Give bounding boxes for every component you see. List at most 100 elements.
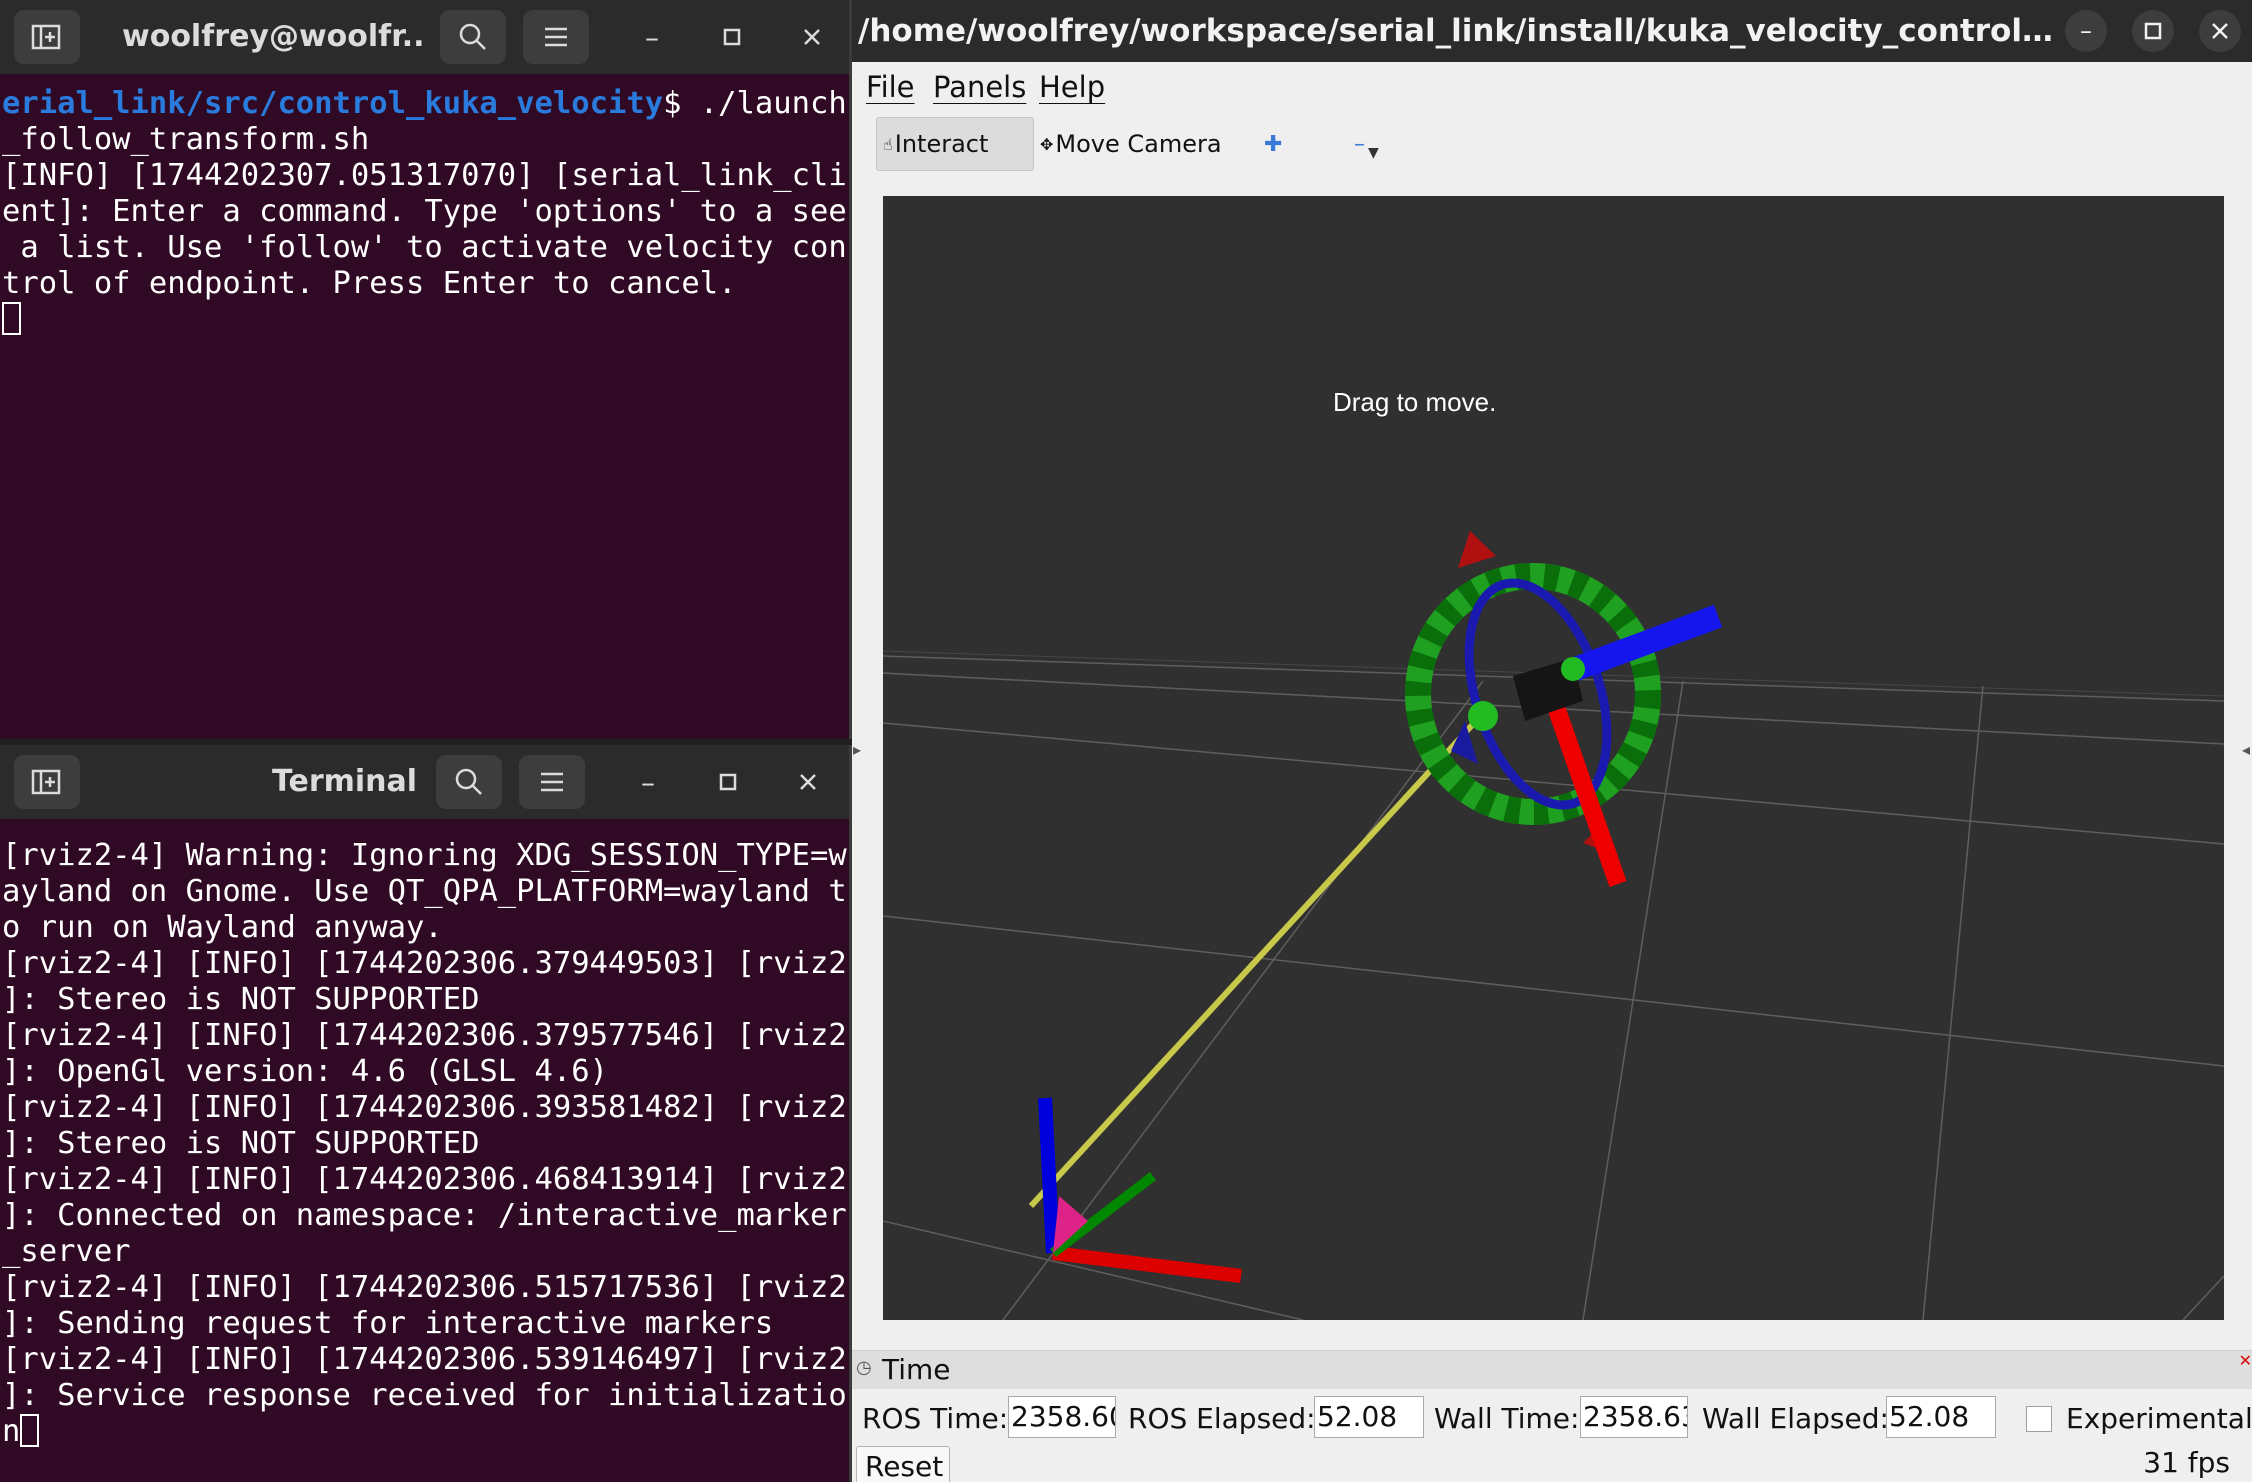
interact-tool-button[interactable]: ☝ Interact: [876, 117, 1034, 171]
maximize-icon: [2144, 22, 2162, 40]
terminal-line: ]: Sending request for interactive marke…: [2, 1306, 774, 1341]
time-panel: ◷ Time ✕ ROS Time: 2358.60 ROS Elapsed: …: [852, 1350, 2252, 1482]
plus-icon: ✚: [1264, 131, 1283, 157]
add-tool-button[interactable]: ✚: [1264, 117, 1282, 171]
terminal-line: ayland on Gnome. Use QT_QPA_PLATFORM=way…: [2, 874, 847, 909]
ros-elapsed-label: ROS Elapsed:: [1128, 1402, 1316, 1435]
maximize-button[interactable]: [712, 17, 752, 57]
close-button[interactable]: [792, 17, 832, 57]
terminal-line: ]: Connected on namespace: /interactive_…: [2, 1198, 847, 1233]
wall-time-field[interactable]: 2358.63: [1580, 1396, 1688, 1438]
wall-elapsed-field[interactable]: 52.08: [1886, 1396, 1996, 1438]
dropdown-arrow-icon: ▼: [1368, 145, 1379, 161]
minimize-icon: –: [641, 765, 655, 799]
minimize-button[interactable]: –: [2065, 10, 2107, 52]
terminal-cursor: [2, 302, 21, 335]
terminal-line: n: [2, 1414, 21, 1449]
prompt-path: erial_link/src/control_kuka_velocity: [2, 86, 664, 121]
ros-time-label: ROS Time:: [862, 1402, 1009, 1435]
hand-icon: ☝: [883, 134, 893, 154]
viewport-hint-text: Drag to move.: [1333, 387, 1496, 417]
terminal-titlebar: woolfrey@woolfr... –: [0, 0, 849, 74]
terminal-title: woolfrey@woolfr...: [122, 19, 422, 54]
terminal-output[interactable]: erial_link/src/control_kuka_velocity$ ./…: [2, 86, 847, 338]
close-button[interactable]: [788, 762, 828, 802]
search-icon: [459, 23, 486, 50]
ros-elapsed-field[interactable]: 52.08: [1314, 1396, 1424, 1438]
minimize-button[interactable]: –: [628, 762, 668, 802]
terminal-line: ]: Stereo is NOT SUPPORTED: [2, 982, 480, 1017]
menu-bar: File Panels Help: [852, 62, 2252, 114]
tool-bar: ☝ Interact ✥ Move Camera ✚ – ▼: [852, 114, 2252, 176]
minimize-icon: –: [645, 20, 659, 54]
new-tab-button[interactable]: [14, 10, 80, 64]
terminal-line: ]: OpenGl version: 4.6 (GLSL 4.6): [2, 1054, 608, 1089]
terminal-line: a list. Use 'follow' to activate velocit…: [2, 230, 847, 265]
experimental-checkbox[interactable]: [2026, 1406, 2052, 1432]
minimize-icon: –: [2080, 17, 2092, 45]
terminal-line: ]: Service response received for initial…: [2, 1378, 847, 1413]
terminal-line: [rviz2-4] [INFO] [1744202306.539146497] …: [2, 1342, 847, 1377]
menu-file[interactable]: File: [866, 70, 915, 104]
ros-time-field[interactable]: 2358.60: [1008, 1396, 1116, 1438]
target-line: [1028, 708, 1488, 1209]
fps-readout: 31 fps: [2143, 1446, 2230, 1479]
move-icon: ✥: [1040, 134, 1054, 154]
3d-viewport[interactable]: Drag to move.: [883, 196, 2224, 1320]
terminal-line: [rviz2-4] Warning: Ignoring XDG_SESSION_…: [2, 838, 847, 873]
close-icon: [800, 774, 816, 790]
new-tab-icon: [31, 24, 61, 50]
maximize-icon: [723, 28, 741, 46]
interact-label: Interact: [894, 130, 989, 158]
wall-time-label: Wall Time:: [1434, 1402, 1580, 1435]
menu-panels[interactable]: Panels: [933, 70, 1026, 104]
close-icon: [2212, 23, 2228, 39]
terminal-line: [rviz2-4] [INFO] [1744202306.468413914] …: [2, 1162, 847, 1197]
menu-button[interactable]: [519, 755, 585, 809]
terminal-title: Terminal: [272, 764, 418, 799]
rviz-window: /home/woolfrey/workspace/serial_link/ins…: [852, 0, 2252, 1482]
terminal-window-bottom: Terminal – [rviz2-4] Warning: Ignoring X…: [0, 745, 849, 1482]
terminal-line: trol of endpoint. Press Enter to cancel.: [2, 266, 737, 301]
terminal-line: _follow_transform.sh: [2, 122, 370, 157]
clock-icon: ◷: [856, 1357, 872, 1378]
maximize-button[interactable]: [2132, 10, 2174, 52]
panel-close-icon[interactable]: ✕: [2239, 1351, 2252, 1370]
search-button[interactable]: [440, 10, 506, 64]
terminal-line: o run on Wayland anyway.: [2, 910, 443, 945]
minimize-button[interactable]: –: [632, 17, 672, 57]
terminal-line: [rviz2-4] [INFO] [1744202306.515717536] …: [2, 1270, 847, 1305]
terminal-line: _server: [2, 1234, 131, 1269]
time-panel-title: Time: [882, 1353, 951, 1386]
time-panel-header: ◷ Time ✕: [852, 1350, 2252, 1389]
terminal-output[interactable]: [rviz2-4] Warning: Ignoring XDG_SESSION_…: [2, 838, 847, 1450]
right-panel-collapse-handle[interactable]: ◂: [2242, 740, 2252, 764]
close-icon: [804, 29, 820, 45]
experimental-label: Experimental: [2066, 1402, 2252, 1435]
terminal-line: ent]: Enter a command. Type 'options' to…: [2, 194, 847, 229]
search-icon: [455, 768, 482, 795]
prompt-command: $ ./launch: [663, 86, 847, 121]
new-tab-button[interactable]: [14, 755, 80, 809]
base-frame-axes: [1038, 1097, 1242, 1283]
terminal-line: [INFO] [1744202307.051317070] [serial_li…: [2, 158, 847, 193]
terminal-line: [rviz2-4] [INFO] [1744202306.393581482] …: [2, 1090, 847, 1125]
menu-button[interactable]: [523, 10, 589, 64]
terminal-cursor: [20, 1414, 40, 1447]
terminal-line: [rviz2-4] [INFO] [1744202306.379449503] …: [2, 946, 847, 981]
terminal-titlebar: Terminal –: [0, 745, 849, 819]
reset-button[interactable]: Reset: [856, 1446, 950, 1482]
minus-icon: –: [1354, 131, 1365, 157]
search-button[interactable]: [436, 755, 502, 809]
maximize-button[interactable]: [708, 762, 748, 802]
left-panel-collapse-handle[interactable]: ▸: [853, 740, 863, 764]
menu-help[interactable]: Help: [1039, 70, 1105, 104]
close-button[interactable]: [2199, 10, 2241, 52]
hamburger-icon: [545, 27, 567, 47]
maximize-icon: [719, 773, 737, 791]
terminal-line: [rviz2-4] [INFO] [1744202306.379577546] …: [2, 1018, 847, 1053]
remove-tool-button[interactable]: – ▼: [1354, 117, 1384, 171]
move-camera-tool-button[interactable]: ✥ Move Camera: [1040, 117, 1222, 171]
new-tab-icon: [31, 769, 61, 795]
scene-render: Drag to move.: [883, 387, 2224, 1320]
